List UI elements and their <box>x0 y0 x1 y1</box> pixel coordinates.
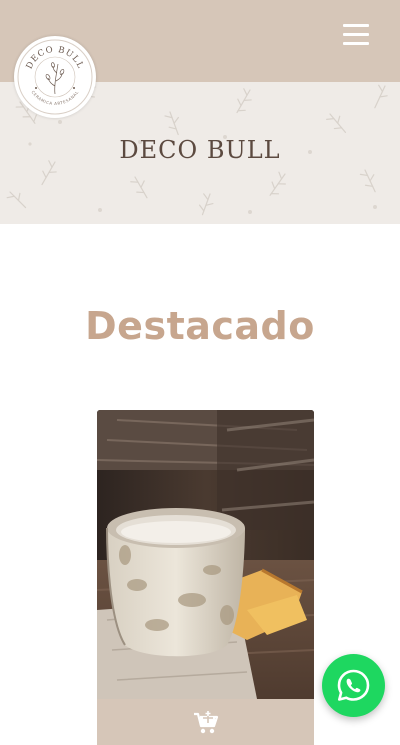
logo-emblem: DECO BULL CERAMICA ARTESANAL <box>17 39 93 115</box>
add-to-cart-icon <box>194 711 219 734</box>
logo-top-text: DECO BULL <box>25 45 85 71</box>
section-title: Destacado <box>85 304 315 348</box>
product-card <box>97 410 314 745</box>
whatsapp-icon <box>337 669 370 701</box>
svg-text:DECO BULL: DECO BULL <box>25 45 86 71</box>
logo-sprig-icon <box>45 62 65 95</box>
whatsapp-button[interactable] <box>322 654 385 717</box>
site-logo[interactable]: DECO BULL CERAMICA ARTESANAL <box>14 36 96 118</box>
add-to-cart-button[interactable] <box>97 699 314 745</box>
product-image[interactable] <box>97 410 314 699</box>
hero-title: DECO BULL <box>119 136 281 164</box>
hamburger-menu-icon[interactable] <box>340 22 372 48</box>
